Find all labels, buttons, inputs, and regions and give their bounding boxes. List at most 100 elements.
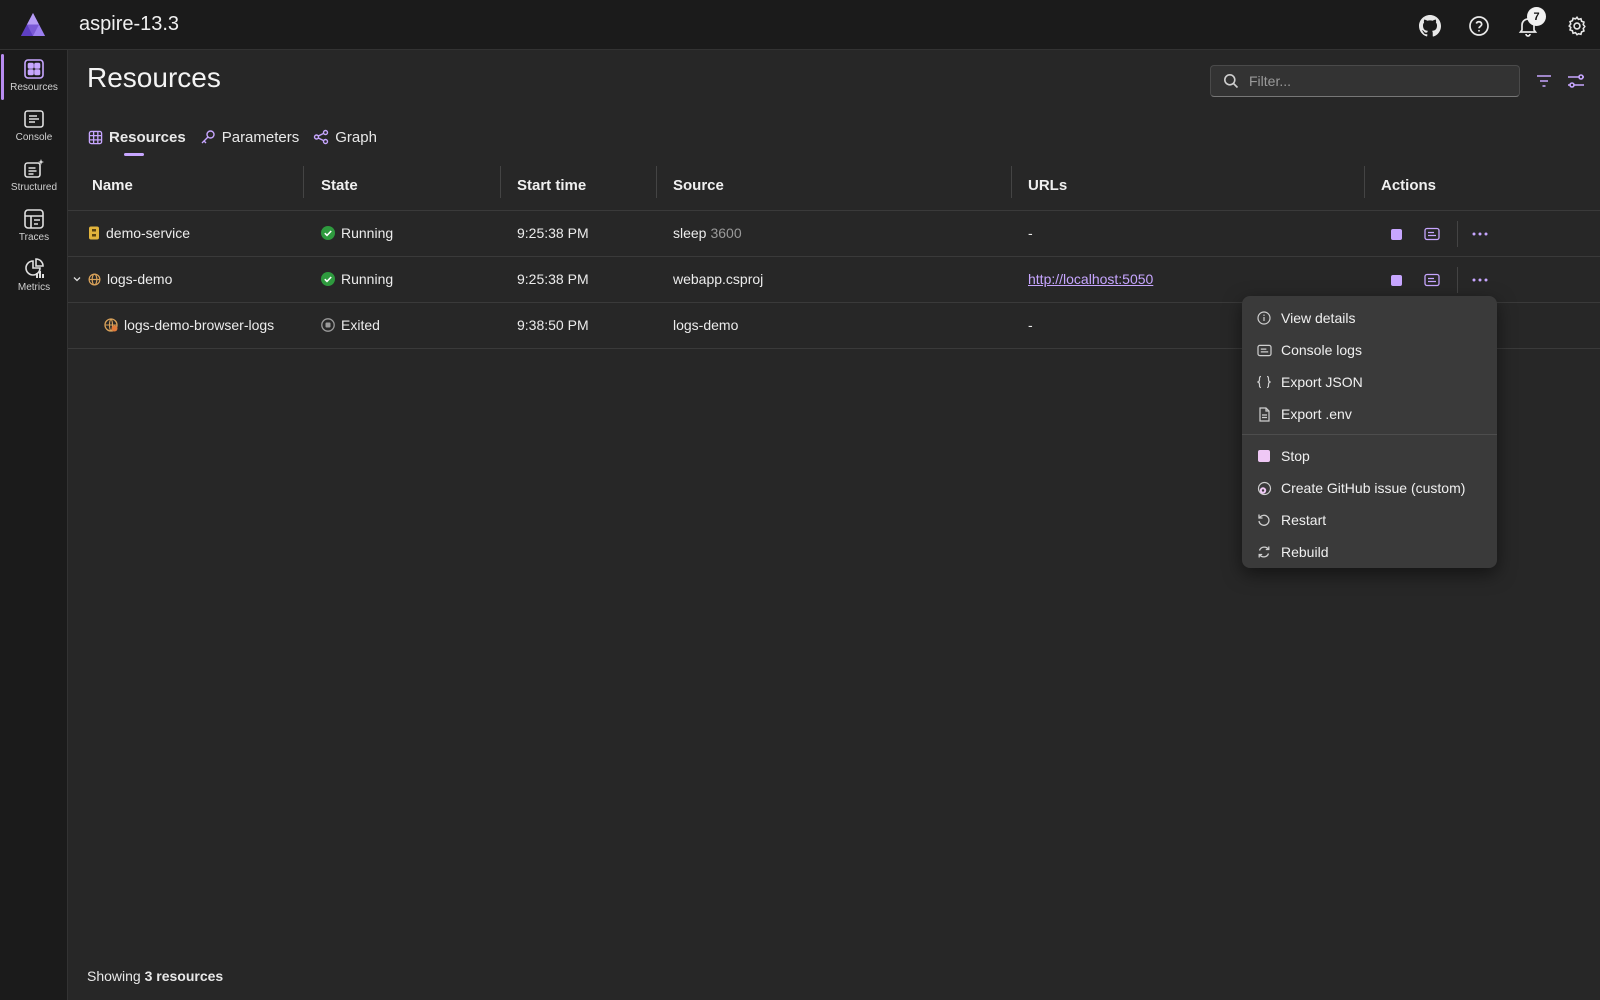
console-logs-icon [1256, 344, 1272, 356]
top-bar: aspire-13.3 7 [0, 0, 1600, 50]
url-cell: http://localhost:5050 [1028, 271, 1153, 287]
table-row[interactable]: demo-service Running 9:25:38 PM sleep 36… [68, 211, 1600, 257]
state-text: Running [341, 271, 394, 287]
graph-icon [314, 129, 329, 145]
console-logs-button[interactable] [1421, 223, 1443, 245]
info-icon [1257, 311, 1271, 325]
page-title: Resources [87, 62, 221, 93]
endpoint-url-link[interactable]: http://localhost:5050 [1028, 271, 1153, 287]
sidebar-item-resources[interactable]: Resources [0, 54, 68, 100]
sidebar-item-console[interactable]: Console [0, 104, 68, 150]
url-text: - [1028, 317, 1033, 333]
sidebar-item-structured[interactable]: Structured [0, 154, 68, 200]
traces-icon [24, 209, 44, 229]
menu-item-label: View details [1281, 310, 1356, 326]
column-header-name[interactable]: Name [92, 177, 133, 194]
menu-item-create-github-issue[interactable]: Create GitHub issue (custom) [1242, 472, 1497, 504]
stop-icon [1258, 450, 1270, 462]
column-header-start-time[interactable]: Start time [517, 177, 586, 194]
tab-resources[interactable]: Resources [88, 124, 186, 156]
column-header-actions: Actions [1381, 177, 1437, 194]
sidebar-item-traces[interactable]: Traces [0, 204, 68, 250]
stop-button[interactable] [1385, 269, 1407, 291]
menu-item-export-env[interactable]: Export .env [1242, 398, 1497, 430]
sidebar-item-label: Metrics [17, 282, 51, 293]
console-logs-icon [1424, 227, 1440, 241]
footer-count: 3 resources [144, 968, 224, 984]
url-cell: - [1028, 317, 1033, 333]
search-filter-box[interactable] [1210, 65, 1520, 97]
menu-divider [1242, 434, 1497, 435]
resource-count-footer: Showing 3 resources [87, 968, 223, 984]
column-header-state[interactable]: State [321, 177, 358, 194]
key-icon [201, 130, 215, 144]
notification-count-badge: 7 [1527, 7, 1546, 26]
tab-label: Resources [109, 128, 186, 146]
aspire-logo-icon[interactable] [20, 12, 46, 38]
menu-item-export-json[interactable]: Export JSON [1242, 366, 1497, 398]
ellipsis-icon [1472, 278, 1488, 282]
source-text: sleep [673, 225, 707, 241]
sidebar-item-label: Structured [10, 182, 58, 193]
metrics-icon [25, 258, 44, 278]
ellipsis-icon [1472, 232, 1488, 236]
notifications-bell-icon[interactable]: 7 [1513, 7, 1546, 41]
browser-logs-icon [104, 318, 118, 332]
resource-name-cell[interactable]: logs-demo [72, 271, 172, 287]
running-check-icon [321, 272, 335, 286]
structured-logs-icon [24, 159, 44, 178]
resource-name: logs-demo [107, 271, 173, 287]
state-cell: Exited [321, 317, 380, 333]
column-header-urls[interactable]: URLs [1028, 177, 1067, 194]
stop-icon [1390, 274, 1402, 286]
menu-item-rebuild[interactable]: Rebuild [1242, 536, 1497, 568]
resource-name: logs-demo-browser-logs [124, 317, 275, 333]
github-icon[interactable] [1415, 11, 1445, 41]
tab-list: Resources Parameters Graph [88, 124, 377, 156]
menu-item-view-details[interactable]: View details [1242, 302, 1497, 334]
resource-name: demo-service [106, 225, 191, 241]
url-cell: - [1028, 225, 1033, 241]
sidebar-item-label: Console [15, 132, 53, 143]
sidebar-item-metrics[interactable]: Metrics [0, 254, 68, 300]
source-cell: logs-demo [673, 317, 738, 333]
project-globe-icon [88, 273, 101, 285]
resource-name-cell[interactable]: logs-demo-browser-logs [104, 317, 274, 333]
chevron-down-icon[interactable] [72, 274, 82, 284]
stop-button[interactable] [1385, 223, 1407, 245]
app-title: aspire-13.3 [79, 13, 180, 35]
restart-icon [1258, 514, 1270, 526]
column-header-source[interactable]: Source [673, 177, 724, 194]
more-actions-button[interactable] [1469, 223, 1491, 245]
source-args: 3600 [710, 225, 742, 241]
start-time-cell: 9:25:38 PM [517, 225, 589, 241]
document-icon [1258, 406, 1270, 422]
state-cell: Running [321, 225, 393, 241]
menu-item-console-logs[interactable]: Console logs [1242, 334, 1497, 366]
start-time-cell: 9:25:38 PM [517, 271, 589, 287]
filter-input[interactable] [1249, 73, 1509, 89]
sidebar-item-label: Resources [10, 82, 58, 93]
help-icon[interactable] [1464, 11, 1494, 41]
sidebar-item-label: Traces [18, 232, 50, 243]
settings-gear-icon[interactable] [1562, 11, 1592, 41]
menu-item-restart[interactable]: Restart [1242, 504, 1497, 536]
resource-actions-menu: View details Console logs Export JSON Ex… [1242, 296, 1497, 568]
filter-lines-icon[interactable] [1533, 70, 1555, 92]
running-check-icon [321, 226, 335, 240]
resources-grid-icon [24, 59, 44, 79]
console-logs-button[interactable] [1421, 269, 1443, 291]
menu-item-stop[interactable]: Stop [1242, 440, 1497, 472]
github-issue-icon [1257, 481, 1271, 495]
resource-name-cell[interactable]: demo-service [88, 225, 190, 241]
table-header: Name State Start time Source URLs Action… [68, 160, 1600, 211]
tab-graph[interactable]: Graph [313, 124, 377, 150]
exited-stop-icon [321, 318, 335, 332]
more-actions-button[interactable] [1469, 269, 1491, 291]
braces-icon [1257, 375, 1271, 389]
start-time: 9:25:38 PM [517, 225, 589, 241]
tab-parameters[interactable]: Parameters [200, 124, 299, 150]
settings-sliders-icon[interactable] [1565, 70, 1587, 92]
state-text: Running [341, 225, 394, 241]
url-text: - [1028, 225, 1033, 241]
